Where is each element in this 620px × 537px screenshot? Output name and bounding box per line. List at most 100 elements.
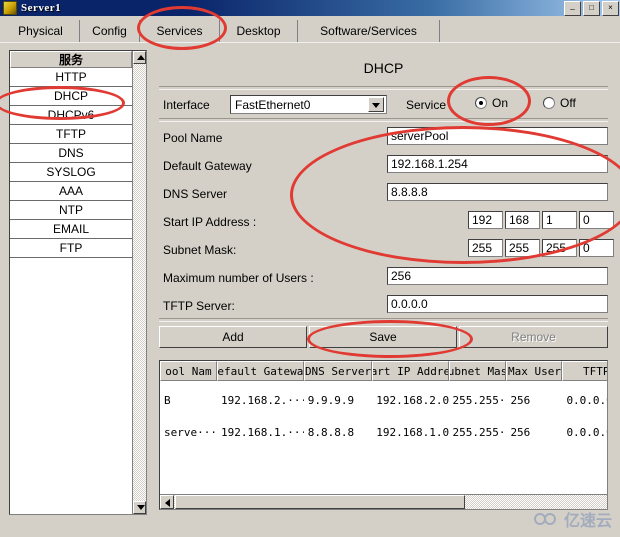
sidebar-item-ntp[interactable]: NTP	[10, 201, 132, 220]
column-header-default-gateway[interactable]: efault Gatewa	[216, 361, 304, 381]
sidebar-item-http[interactable]: HTTP	[10, 68, 132, 87]
start-ip-label: Start IP Address :	[163, 215, 257, 229]
subnet-mask-octet-1[interactable]: 255	[468, 239, 503, 257]
cell-max-user: 256	[510, 393, 531, 407]
tab-separator	[0, 42, 620, 45]
cell-pool-name: B	[164, 393, 171, 407]
service-on-label: On	[492, 96, 509, 110]
close-icon: ×	[608, 3, 613, 12]
sidebar-item-aaa[interactable]: AAA	[10, 182, 132, 201]
dns-server-label: DNS Server	[163, 187, 228, 201]
page-title: DHCP	[363, 60, 404, 76]
dns-server-input[interactable]: 8.8.8.8	[387, 183, 608, 201]
maximize-icon: □	[589, 3, 594, 12]
tab-bar: Physical Config Services Desktop Softwar…	[0, 16, 620, 44]
dhcp-panel: DHCP Interface FastEthernet0 Service On …	[155, 50, 614, 515]
cell-tftp: 0.0.0.0	[566, 425, 607, 439]
service-list: HTTP DHCP DHCPv6 TFTP DNS SYSLOG AAA NTP…	[10, 68, 132, 258]
scroll-left-icon[interactable]	[160, 495, 174, 509]
tab-services[interactable]: Services	[140, 20, 220, 42]
service-off-radio[interactable]: Off	[543, 96, 576, 110]
cell-start-ip: 192.168.2.0	[376, 393, 449, 407]
interface-select[interactable]: FastEthernet0	[230, 95, 387, 114]
chevron-down-icon[interactable]	[368, 97, 384, 112]
table-row[interactable]: B 192.168.2.··· 9.9.9.9 192.168.2.0 255.…	[160, 385, 607, 415]
divider-bottom	[159, 318, 608, 322]
window-title: Server1	[21, 2, 62, 14]
service-label: Service	[406, 98, 447, 112]
watermark: 亿速云	[533, 507, 612, 531]
title-bar: Server1 _ □ ×	[0, 0, 620, 16]
subnet-mask-label: Subnet Mask:	[163, 243, 237, 257]
scroll-up-icon[interactable]	[133, 51, 146, 64]
add-button[interactable]: Add	[159, 326, 307, 348]
device-icon	[3, 1, 17, 15]
divider-middle	[159, 118, 608, 122]
cell-subnet-mask: 255.255···	[452, 425, 507, 439]
start-ip-octet-1[interactable]: 192	[468, 211, 503, 229]
cell-dns-server: 9.9.9.9	[307, 393, 355, 407]
save-button[interactable]: Save	[309, 326, 457, 348]
sidebar-item-dhcpv6[interactable]: DHCPv6	[10, 106, 132, 125]
radio-on-icon[interactable]	[475, 97, 487, 109]
interface-label: Interface	[163, 98, 210, 112]
sidebar-header: 服务	[10, 51, 132, 68]
column-header-start-ip[interactable]: art IP Addre	[372, 361, 449, 381]
service-on-radio[interactable]: On	[475, 96, 508, 110]
column-header-subnet-mask[interactable]: ubnet Mas	[448, 361, 507, 381]
start-ip-octet-3[interactable]: 1	[542, 211, 577, 229]
sidebar-item-syslog[interactable]: SYSLOG	[10, 163, 132, 182]
pool-name-input[interactable]: serverPool	[387, 127, 608, 145]
cloud-logo-icon	[533, 512, 560, 527]
tftp-server-label: TFTP Server:	[163, 299, 235, 313]
cell-default-gateway: 192.168.1.···	[220, 425, 304, 439]
pool-name-label: Pool Name	[163, 131, 223, 145]
sidebar-item-dns[interactable]: DNS	[10, 144, 132, 163]
tftp-server-input[interactable]: 0.0.0.0	[387, 295, 608, 313]
tab-desktop[interactable]: Desktop	[220, 20, 298, 42]
server-config-window: Server1 _ □ × Physical Config Services D…	[0, 0, 620, 537]
close-button[interactable]: ×	[602, 1, 619, 16]
tab-software-services[interactable]: Software/Services	[298, 20, 440, 42]
start-ip-octet-4[interactable]: 0	[579, 211, 614, 229]
cell-max-user: 256	[510, 425, 531, 439]
default-gateway-input[interactable]: 192.168.1.254	[387, 155, 608, 173]
subnet-mask-octet-4[interactable]: 0	[579, 239, 614, 257]
column-header-max-user[interactable]: Max User	[506, 361, 563, 381]
table-row[interactable]: serve··· 192.168.1.··· 8.8.8.8 192.168.1…	[160, 417, 607, 447]
cell-tftp: 0.0.0.0	[566, 393, 607, 407]
minimize-button[interactable]: _	[564, 1, 581, 16]
tab-config[interactable]: Config	[80, 20, 140, 42]
start-ip-octet-2[interactable]: 168	[505, 211, 540, 229]
minimize-icon: _	[570, 1, 575, 10]
cell-subnet-mask: 255.255···	[452, 393, 507, 407]
sidebar-item-tftp[interactable]: TFTP	[10, 125, 132, 144]
sidebar-item-ftp[interactable]: FTP	[10, 239, 132, 258]
service-off-label: Off	[560, 96, 576, 110]
divider-top	[159, 86, 608, 90]
scrollbar-thumb[interactable]	[175, 495, 465, 509]
sidebar-scrollbar[interactable]	[132, 51, 146, 514]
max-users-label: Maximum number of Users :	[163, 271, 314, 285]
services-sidebar: 服务 HTTP DHCP DHCPv6 TFTP DNS SYSLOG AAA …	[9, 50, 147, 515]
sidebar-item-email[interactable]: EMAIL	[10, 220, 132, 239]
radio-off-icon[interactable]	[543, 97, 555, 109]
remove-button[interactable]: Remove	[459, 326, 608, 348]
max-users-input[interactable]: 256	[387, 267, 608, 285]
table-header-row: ool Nam efault Gatewa DNS Server art IP …	[160, 361, 607, 381]
column-header-pool-name[interactable]: ool Nam	[160, 361, 217, 381]
tab-physical[interactable]: Physical	[2, 20, 80, 42]
subnet-mask-octet-2[interactable]: 255	[505, 239, 540, 257]
subnet-mask-octet-3[interactable]: 255	[542, 239, 577, 257]
scroll-down-icon[interactable]	[133, 501, 146, 514]
sidebar-item-dhcp[interactable]: DHCP	[10, 87, 132, 106]
interface-select-value: FastEthernet0	[235, 97, 311, 112]
window-controls: _ □ ×	[564, 1, 619, 16]
default-gateway-label: Default Gateway	[163, 159, 252, 173]
column-header-tftp[interactable]: TFTP	[562, 361, 607, 381]
column-header-dns-server[interactable]: DNS Server	[303, 361, 373, 381]
dhcp-pool-table: ool Nam efault Gatewa DNS Server art IP …	[159, 360, 608, 510]
maximize-button[interactable]: □	[583, 1, 600, 16]
cell-default-gateway: 192.168.2.···	[220, 393, 304, 407]
cell-start-ip: 192.168.1.0	[376, 425, 449, 439]
